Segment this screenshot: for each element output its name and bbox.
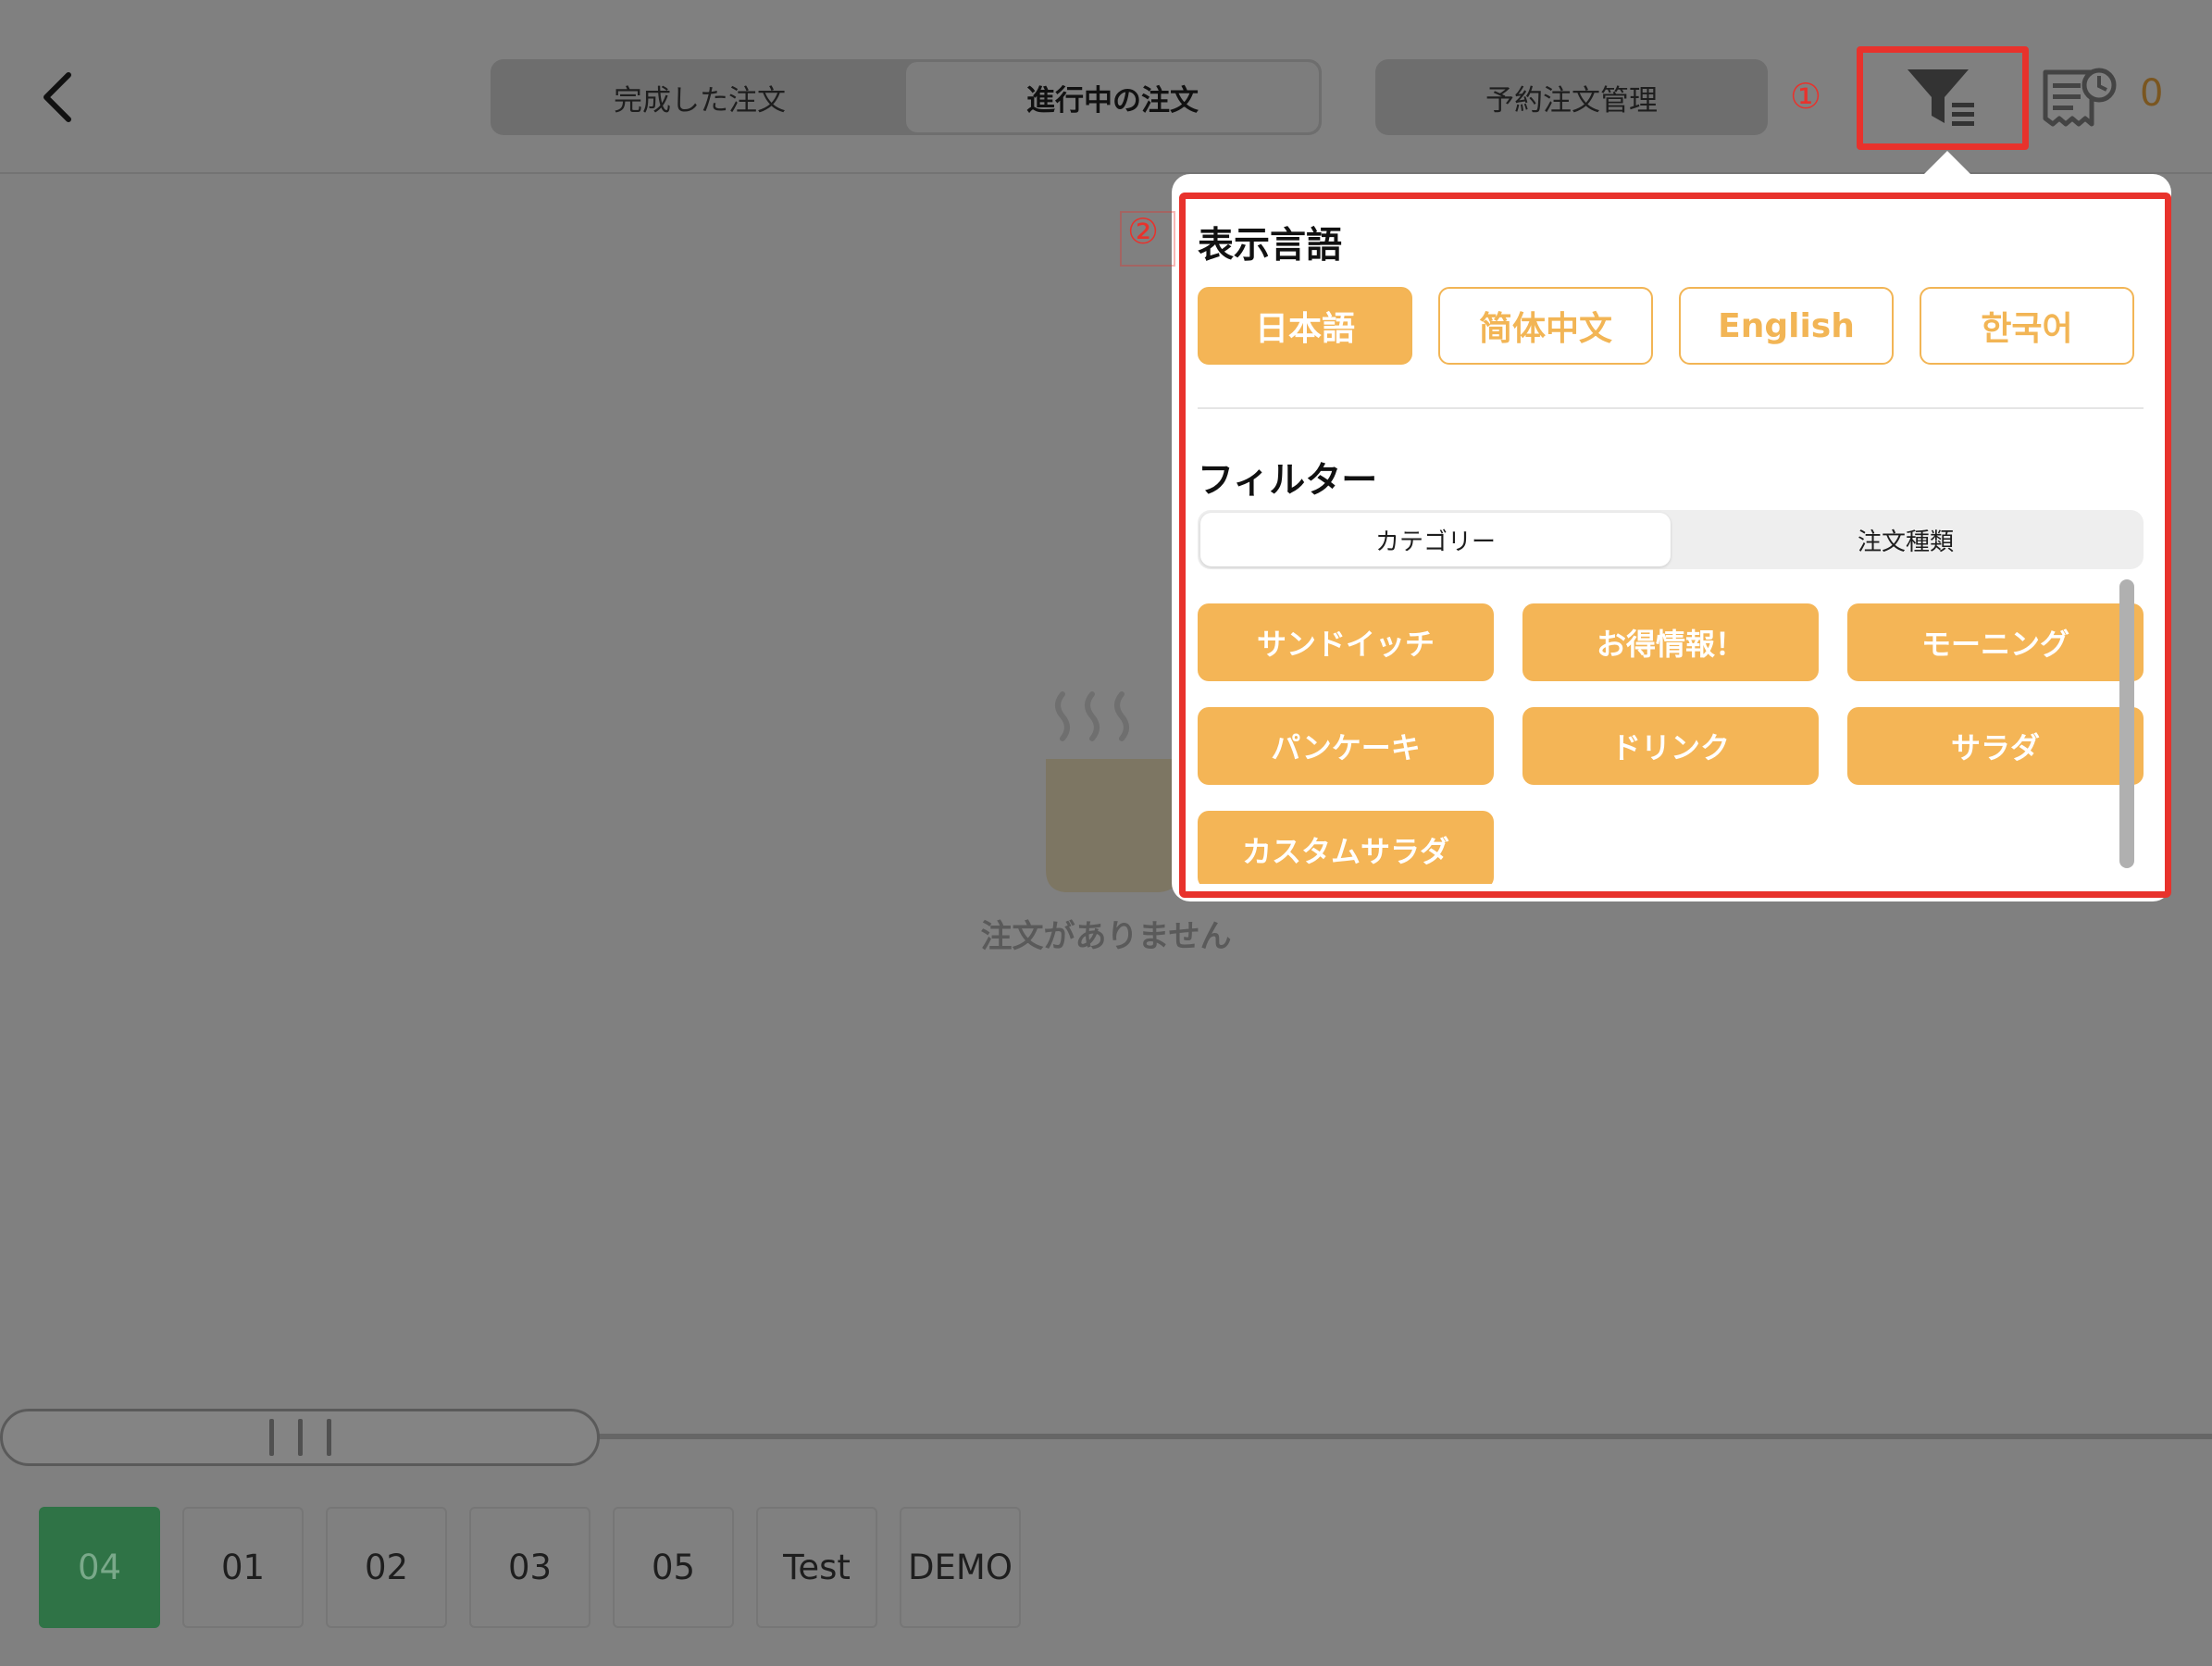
- category-button-morning[interactable]: モーニング: [1847, 603, 2144, 681]
- reservation-management-button[interactable]: 予約注文管理: [1375, 59, 1768, 135]
- receipt-clock-icon: [2043, 68, 2117, 127]
- tab-order-type[interactable]: 注文種類: [1671, 513, 2141, 566]
- table-selector: 04 01 02 03 05 Test DEMO: [39, 1507, 1021, 1628]
- filter-icon: [1908, 69, 1974, 126]
- popover-arrow: [1923, 151, 1971, 175]
- category-button-custom-salad[interactable]: カスタムサラダ: [1198, 811, 1494, 884]
- drawer-handle[interactable]: [0, 1409, 600, 1466]
- table-button-03[interactable]: 03: [469, 1507, 590, 1628]
- tab-completed-orders[interactable]: 完成した注文: [493, 62, 906, 132]
- table-button-02[interactable]: 02: [326, 1507, 447, 1628]
- tab-category[interactable]: カテゴリー: [1200, 513, 1671, 566]
- table-button-05[interactable]: 05: [613, 1507, 734, 1628]
- reservation-count-badge: 0: [2140, 72, 2164, 115]
- category-scrollbar[interactable]: [2119, 579, 2134, 868]
- section-divider: [1198, 407, 2144, 409]
- annotation-number-1: ①: [1790, 76, 1822, 117]
- category-button-sandwich[interactable]: サンドイッチ: [1198, 603, 1494, 681]
- chevron-left-icon: [43, 72, 71, 122]
- language-button-english[interactable]: English: [1679, 287, 1894, 365]
- filter-section-title: フィルター: [1198, 460, 1378, 502]
- category-list: サンドイッチ お得情報！ モーニング パンケーキ ドリンク サラダ カスタムサラ…: [1198, 592, 2144, 884]
- empty-orders-message: 注文がありません: [980, 918, 1232, 955]
- filter-button[interactable]: [1857, 46, 2029, 150]
- category-button-salad[interactable]: サラダ: [1847, 707, 2144, 785]
- language-button-korean[interactable]: 한국어: [1920, 287, 2134, 365]
- grip-line: [326, 1419, 331, 1456]
- category-button-drink[interactable]: ドリンク: [1522, 707, 1819, 785]
- annotation-number-2: ②: [1127, 211, 1160, 252]
- table-button-01[interactable]: 01: [182, 1507, 304, 1628]
- empty-orders-illustration: [1040, 685, 1179, 901]
- table-button-04[interactable]: 04: [39, 1507, 160, 1628]
- language-section-title: 表示言語: [1198, 225, 1343, 267]
- filter-type-tabs: カテゴリー 注文種類: [1198, 510, 2144, 569]
- category-button-pancake[interactable]: パンケーキ: [1198, 707, 1494, 785]
- tab-in-progress-orders[interactable]: 進行中の注文: [906, 62, 1319, 132]
- language-button-japanese[interactable]: 日本語: [1198, 287, 1412, 365]
- order-status-tabs: 完成した注文 進行中の注文: [491, 59, 1322, 135]
- table-button-test[interactable]: Test: [756, 1507, 877, 1628]
- language-button-chinese[interactable]: 简体中文: [1438, 287, 1653, 365]
- back-button[interactable]: [31, 65, 83, 130]
- drawer-track: [592, 1434, 2212, 1439]
- top-bar: 完成した注文 進行中の注文 予約注文管理 ① 0: [0, 0, 2212, 174]
- steaming-cup-icon: [1046, 691, 1179, 892]
- grip-line: [297, 1419, 303, 1456]
- reservation-receipt-button[interactable]: [2042, 67, 2119, 133]
- grip-line: [268, 1419, 274, 1456]
- table-button-demo[interactable]: DEMO: [900, 1507, 1021, 1628]
- category-button-deals[interactable]: お得情報！: [1522, 603, 1819, 681]
